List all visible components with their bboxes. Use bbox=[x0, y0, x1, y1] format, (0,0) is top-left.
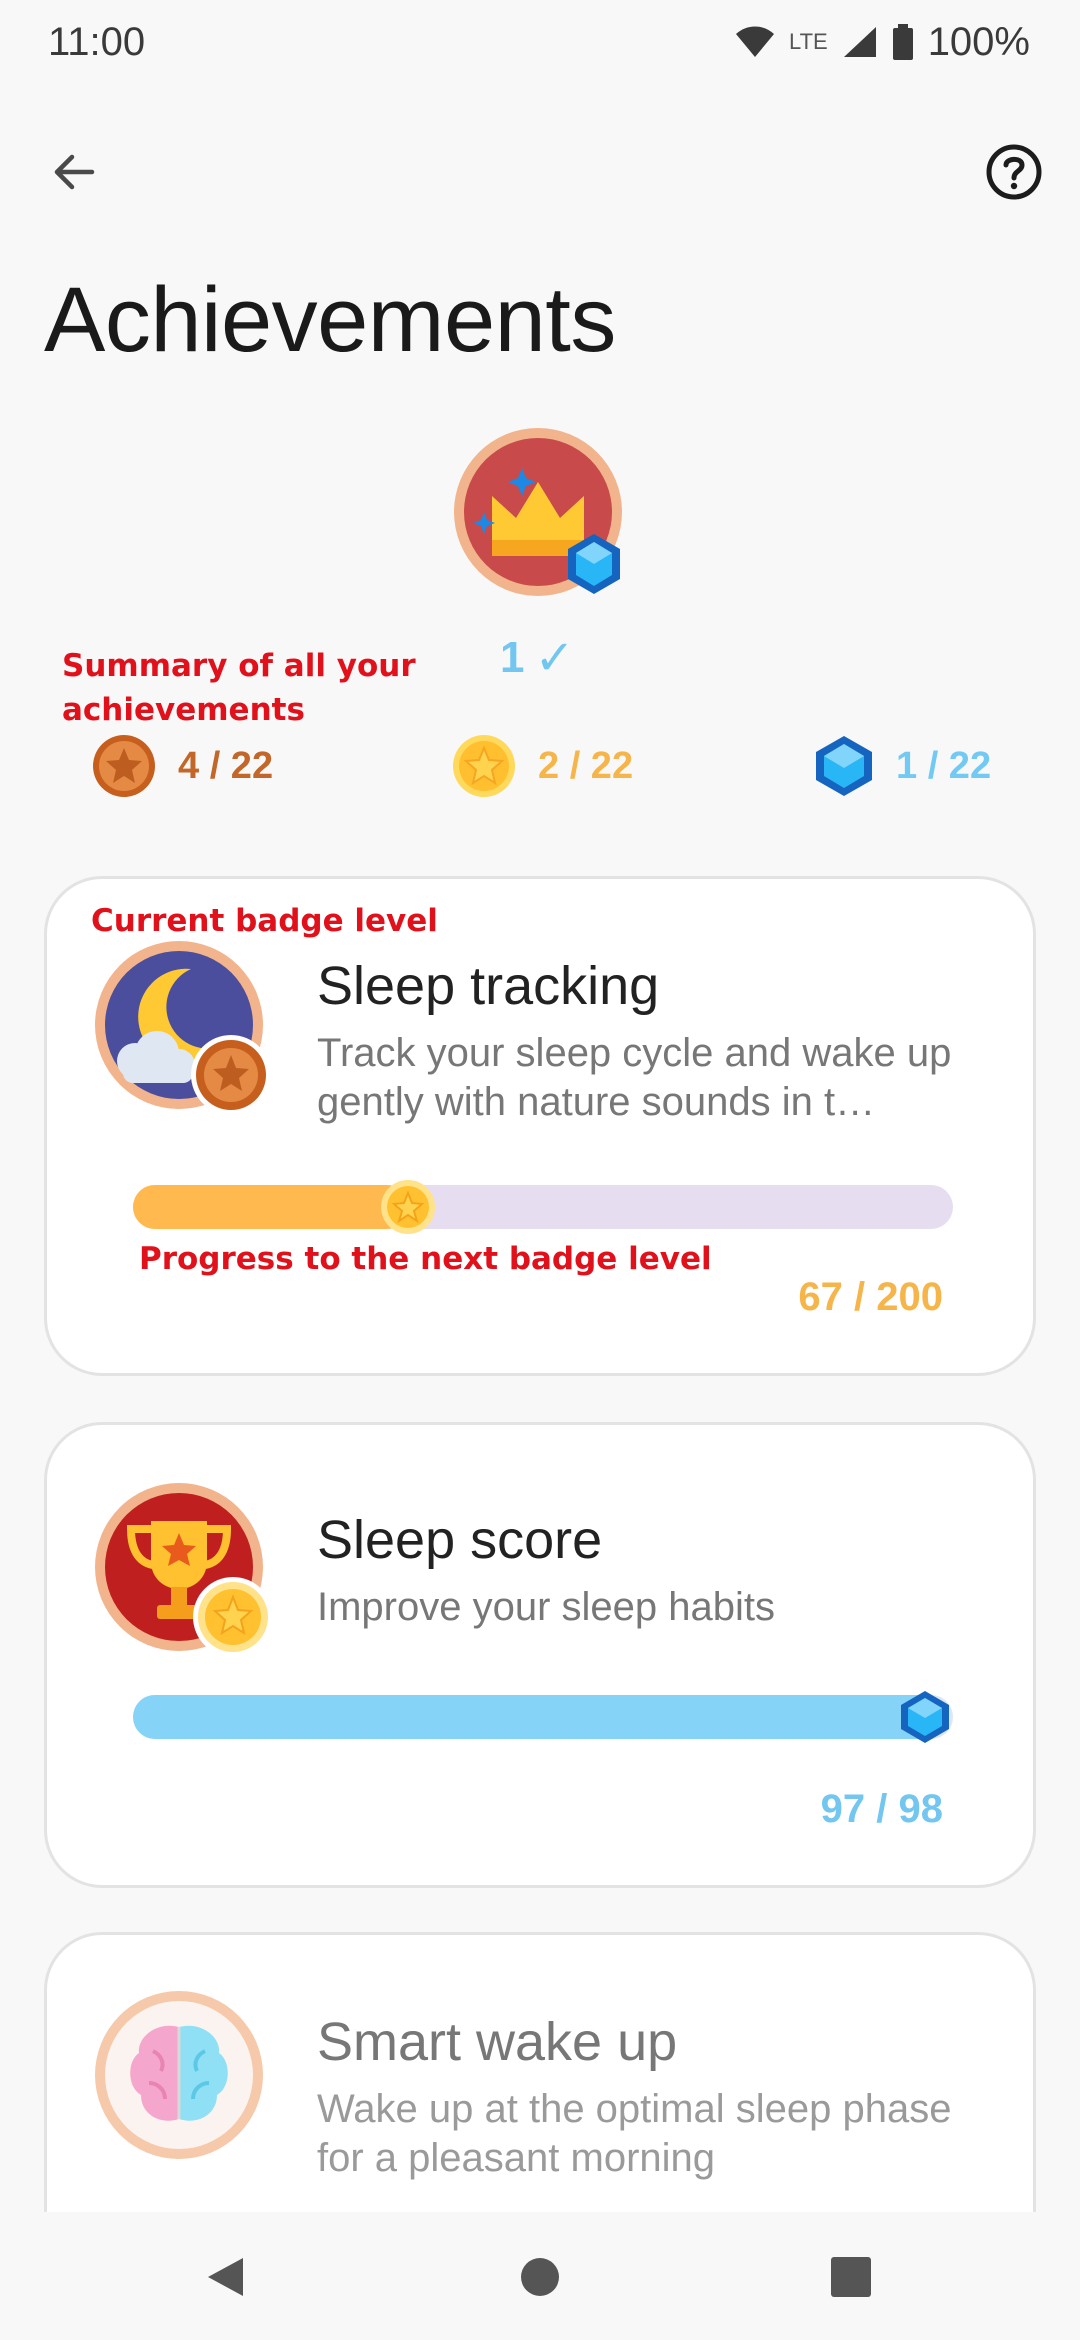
back-button[interactable] bbox=[36, 134, 112, 210]
status-time: 11:00 bbox=[48, 19, 146, 64]
progress-count: 67 / 200 bbox=[798, 1275, 943, 1319]
system-navigation-bar bbox=[0, 2212, 1080, 2340]
achievement-icon bbox=[95, 1483, 275, 1663]
battery-icon bbox=[892, 24, 913, 60]
overall-count-value: 1 bbox=[500, 633, 525, 682]
overall-badge[interactable] bbox=[452, 426, 632, 606]
status-bar: 11:00 LTE 100% bbox=[0, 0, 1080, 84]
lte-icon: LTE bbox=[788, 29, 828, 54]
nav-back-button[interactable] bbox=[190, 2242, 260, 2312]
help-circle-icon bbox=[986, 144, 1042, 200]
overall-badge-count: 1 ✓ bbox=[500, 630, 575, 686]
battery-percentage: 100% bbox=[927, 19, 1030, 64]
top-app-bar bbox=[0, 120, 1080, 220]
achievement-description: Track your sleep cycle and wake up gentl… bbox=[317, 1031, 952, 1124]
progress-bar bbox=[133, 1180, 953, 1234]
diamond-marker-icon bbox=[897, 1689, 953, 1745]
gold-star-marker-icon bbox=[380, 1179, 436, 1235]
trophy-icon bbox=[95, 1483, 273, 1657]
summary-diamond-value: 1 / 22 bbox=[896, 744, 992, 787]
brain-icon bbox=[95, 1991, 263, 2159]
progress-count: 97 / 98 bbox=[820, 1787, 943, 1831]
summary-bronze-value: 4 / 22 bbox=[178, 744, 274, 787]
achievement-icon bbox=[95, 941, 275, 1121]
summary-diamond: 1 / 22 bbox=[814, 734, 991, 798]
help-button[interactable] bbox=[976, 134, 1052, 210]
signal-icon bbox=[843, 27, 876, 57]
achievement-icon bbox=[95, 1991, 275, 2171]
summary-bronze: 4 / 22 bbox=[92, 734, 273, 798]
achievement-description: Improve your sleep habits bbox=[317, 1585, 776, 1629]
bronze-star-medal-icon bbox=[93, 735, 155, 797]
annotation-summary: Summary of all your achievements bbox=[62, 648, 416, 728]
diamond-icon bbox=[816, 736, 872, 796]
achievement-title: Smart wake up bbox=[317, 2012, 678, 2072]
achievement-title: Sleep tracking bbox=[317, 956, 660, 1016]
nav-home-button[interactable] bbox=[505, 2242, 575, 2312]
page-title: Achievements bbox=[44, 269, 616, 371]
achievement-card-sleep-tracking[interactable]: Current badge level Sleep tracking Track… bbox=[44, 876, 1036, 1376]
summary-gold: 2 / 22 bbox=[452, 734, 633, 798]
nav-home-icon bbox=[521, 2258, 559, 2296]
achievement-summary: 4 / 22 2 / 22 1 / 22 bbox=[0, 734, 1080, 808]
gold-star-medal-icon bbox=[453, 735, 515, 797]
arrow-left-icon bbox=[54, 154, 95, 190]
crown-with-diamond-icon bbox=[454, 428, 622, 596]
annotation-progress: Progress to the next badge level bbox=[139, 1241, 712, 1277]
check-icon: ✓ bbox=[534, 632, 575, 685]
progress-bar bbox=[133, 1691, 953, 1743]
nav-back-icon bbox=[208, 2258, 243, 2296]
nav-recents-icon bbox=[831, 2257, 871, 2297]
nav-recents-button[interactable] bbox=[816, 2242, 886, 2312]
achievement-card-sleep-score[interactable]: Sleep score Improve your sleep habits 97… bbox=[44, 1422, 1036, 1888]
progress-fill bbox=[133, 1695, 945, 1739]
summary-gold-value: 2 / 22 bbox=[538, 744, 634, 787]
achievement-description: Wake up at the optimal sleep phase for a… bbox=[317, 2087, 952, 2180]
progress-fill bbox=[133, 1185, 408, 1229]
achievement-title: Sleep score bbox=[317, 1510, 603, 1570]
moon-cloud-icon bbox=[95, 941, 271, 1115]
wifi-icon bbox=[735, 26, 774, 57]
annotation-current-level: Current badge level bbox=[91, 903, 438, 939]
status-icons: LTE 100% bbox=[735, 20, 1030, 65]
